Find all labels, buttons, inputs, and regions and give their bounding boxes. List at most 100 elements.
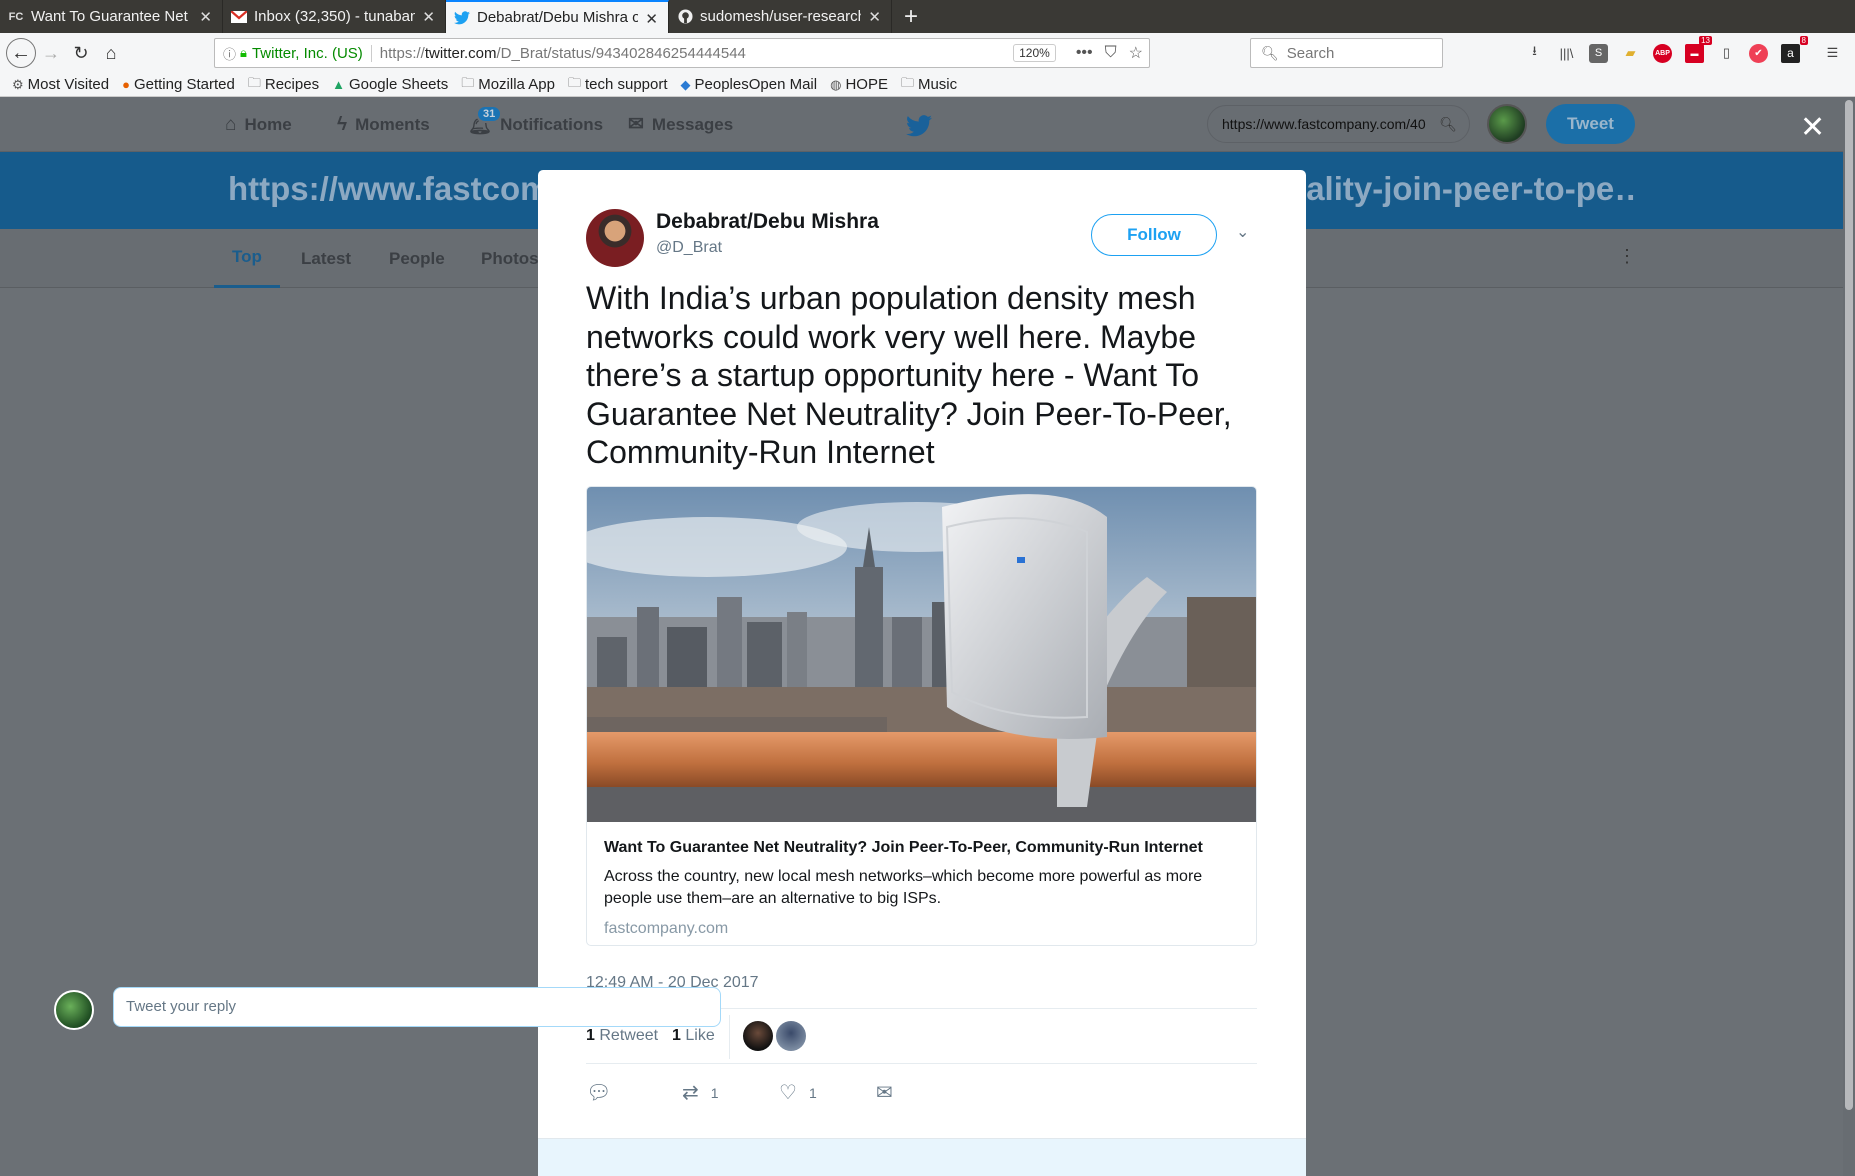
- compose-tweet-button[interactable]: Tweet: [1546, 104, 1635, 144]
- new-tab-button[interactable]: +: [892, 0, 930, 33]
- twitter-logo-icon[interactable]: [906, 113, 932, 144]
- amazon-icon[interactable]: a8: [1781, 35, 1808, 63]
- liker-avatar[interactable]: [776, 1021, 806, 1051]
- bookmark-peoplesopen-mail[interactable]: ◆ PeoplesOpen Mail: [681, 76, 818, 93]
- close-tab-icon[interactable]: ✕: [199, 8, 212, 26]
- tab-fastcompany[interactable]: FC Want To Guarantee Net N ✕: [0, 0, 223, 33]
- site-identity[interactable]: Twitter, Inc. (US): [252, 44, 372, 62]
- nav-home-label: Home: [244, 114, 292, 134]
- forward-arrow-icon[interactable]: →: [36, 38, 66, 68]
- tab-gmail[interactable]: Inbox (32,350) - tunaban ✕: [223, 0, 446, 33]
- notification-extension-icon[interactable]: ▬ 13: [1685, 35, 1712, 63]
- globe-icon: ◍: [830, 76, 842, 92]
- folder-icon[interactable]: ▰: [1621, 44, 1640, 63]
- bookmark-music[interactable]: 🗀 Music: [901, 74, 957, 96]
- scrollbar-thumb[interactable]: [1845, 100, 1853, 1110]
- link-card[interactable]: Want To Guarantee Net Neutrality? Join P…: [586, 486, 1257, 946]
- pocket-save-icon[interactable]: ✔: [1749, 43, 1768, 63]
- tab-twitter[interactable]: Debabrat/Debu Mishra o ✕: [446, 0, 669, 33]
- close-tab-icon[interactable]: ✕: [645, 10, 658, 28]
- follow-button[interactable]: Follow: [1091, 214, 1217, 256]
- nav-home[interactable]: ⌂ Home: [225, 97, 292, 152]
- tab-title: Inbox (32,350) - tunaban: [254, 8, 415, 25]
- badge-count: 8: [1799, 35, 1808, 45]
- retweet-count: 1: [586, 1027, 595, 1044]
- nav-moments-label: Moments: [355, 114, 430, 134]
- envelope-icon: ✉: [876, 1082, 893, 1104]
- tab-github[interactable]: sudomesh/user-research ✕: [669, 0, 892, 33]
- chevron-down-icon[interactable]: ⌄: [1236, 222, 1249, 242]
- author-avatar[interactable]: [586, 209, 644, 267]
- search-input[interactable]: 🔍︎ Search: [1250, 38, 1443, 68]
- like-label: Like: [685, 1027, 715, 1044]
- tab-title: Want To Guarantee Net N: [31, 8, 192, 25]
- reply-button[interactable]: 💬︎: [586, 1080, 611, 1105]
- firefox-icon: ●: [122, 77, 130, 92]
- bookmark-google-sheets[interactable]: ▲ Google Sheets: [332, 76, 448, 93]
- close-tab-icon[interactable]: ✕: [868, 8, 881, 26]
- pocket-icon[interactable]: ⛉: [1105, 44, 1117, 62]
- card-title[interactable]: Want To Guarantee Net Neutrality? Join P…: [604, 839, 1244, 857]
- nav-moments[interactable]: ϟ Moments: [337, 97, 430, 152]
- tab-people[interactable]: People: [389, 229, 445, 288]
- bookmark-getting-started[interactable]: ● Getting Started: [122, 76, 235, 93]
- reply-avatar: [54, 990, 94, 1030]
- reply-input[interactable]: Tweet your reply: [113, 987, 721, 1027]
- bookmark-hope[interactable]: ◍ HOPE: [830, 76, 888, 93]
- bookmark-star-icon[interactable]: ☆: [1129, 43, 1143, 63]
- bookmark-recipes[interactable]: 🗀 Recipes: [248, 74, 319, 96]
- nav-notifications[interactable]: 🔔︎ Notifications 31: [468, 97, 603, 152]
- direct-message-button[interactable]: ✉: [876, 1080, 893, 1105]
- nav-messages[interactable]: ✉ Messages: [628, 97, 733, 152]
- back-arrow-icon[interactable]: ←: [6, 38, 36, 68]
- menu-icon[interactable]: ☰: [1823, 44, 1842, 63]
- retweet-label: Retweet: [599, 1027, 659, 1044]
- author-handle[interactable]: @D_Brat: [656, 239, 722, 257]
- adblock-icon[interactable]: ABP: [1653, 43, 1672, 63]
- tab-top[interactable]: Top: [214, 229, 280, 288]
- extension-icon[interactable]: S: [1589, 43, 1608, 63]
- url-domain: twitter.com: [424, 44, 497, 62]
- bookmark-tech-support[interactable]: 🗀 tech support: [568, 74, 668, 96]
- url-bar[interactable]: ⓘ 🔒︎ Twitter, Inc. (US) https://twitter.…: [214, 38, 1150, 68]
- nav-notifications-label: Notifications: [500, 114, 604, 134]
- bookmark-label: Google Sheets: [348, 76, 449, 93]
- user-avatar[interactable]: [1487, 104, 1527, 144]
- zoom-indicator[interactable]: 120%: [1013, 44, 1056, 62]
- bookmark-mozilla-app[interactable]: 🗀 Mozilla App: [461, 74, 555, 96]
- author-name[interactable]: Debabrat/Debu Mishra: [656, 210, 879, 234]
- like-count: 1: [672, 1027, 681, 1044]
- search-icon: 🔍︎: [1261, 44, 1279, 61]
- home-icon[interactable]: ⌂: [96, 38, 126, 68]
- stats-divider: [729, 1015, 730, 1059]
- liker-avatar[interactable]: [743, 1021, 773, 1051]
- reload-icon[interactable]: ↻: [66, 38, 96, 68]
- sidebar-icon[interactable]: ▯: [1717, 44, 1736, 63]
- twitter-search-input[interactable]: https://www.fastcompany.com/40 🔍︎: [1207, 105, 1470, 143]
- more-options-icon[interactable]: ⋮: [1618, 246, 1636, 267]
- close-tab-icon[interactable]: ✕: [422, 8, 435, 26]
- tab-title: sudomesh/user-research: [700, 8, 861, 25]
- info-icon[interactable]: ⓘ: [223, 44, 236, 63]
- search-placeholder: Search: [1286, 44, 1335, 62]
- downloads-icon[interactable]: ⭳: [1525, 43, 1544, 63]
- tab-latest[interactable]: Latest: [301, 229, 351, 288]
- url-path: /D_Brat/status/943402846254444544: [496, 44, 746, 62]
- close-icon[interactable]: ✕: [1800, 110, 1825, 145]
- folder-icon: 🗀: [567, 74, 581, 90]
- url-text[interactable]: https://twitter.com/D_Brat/status/943402…: [380, 45, 1013, 62]
- bookmark-label: Recipes: [264, 76, 320, 93]
- bookmark-label: HOPE: [845, 76, 888, 93]
- library-icon[interactable]: |||\: [1557, 44, 1576, 63]
- gear-icon: ⚙: [12, 76, 24, 92]
- github-icon: [677, 9, 693, 25]
- tweet-text: With India’s urban population density me…: [586, 280, 1232, 470]
- like-button[interactable]: ♡ 1: [779, 1080, 817, 1105]
- page-actions-icon[interactable]: •••: [1076, 44, 1093, 62]
- retweet-button[interactable]: ⇄ 1: [682, 1080, 719, 1105]
- retweet-stat[interactable]: 1 Retweet: [586, 1027, 658, 1045]
- tab-photos[interactable]: Photos: [481, 229, 539, 288]
- card-image: [587, 487, 1256, 822]
- like-stat[interactable]: 1 Like: [672, 1027, 715, 1045]
- bookmark-most-visited[interactable]: ⚙ Most Visited: [12, 76, 109, 93]
